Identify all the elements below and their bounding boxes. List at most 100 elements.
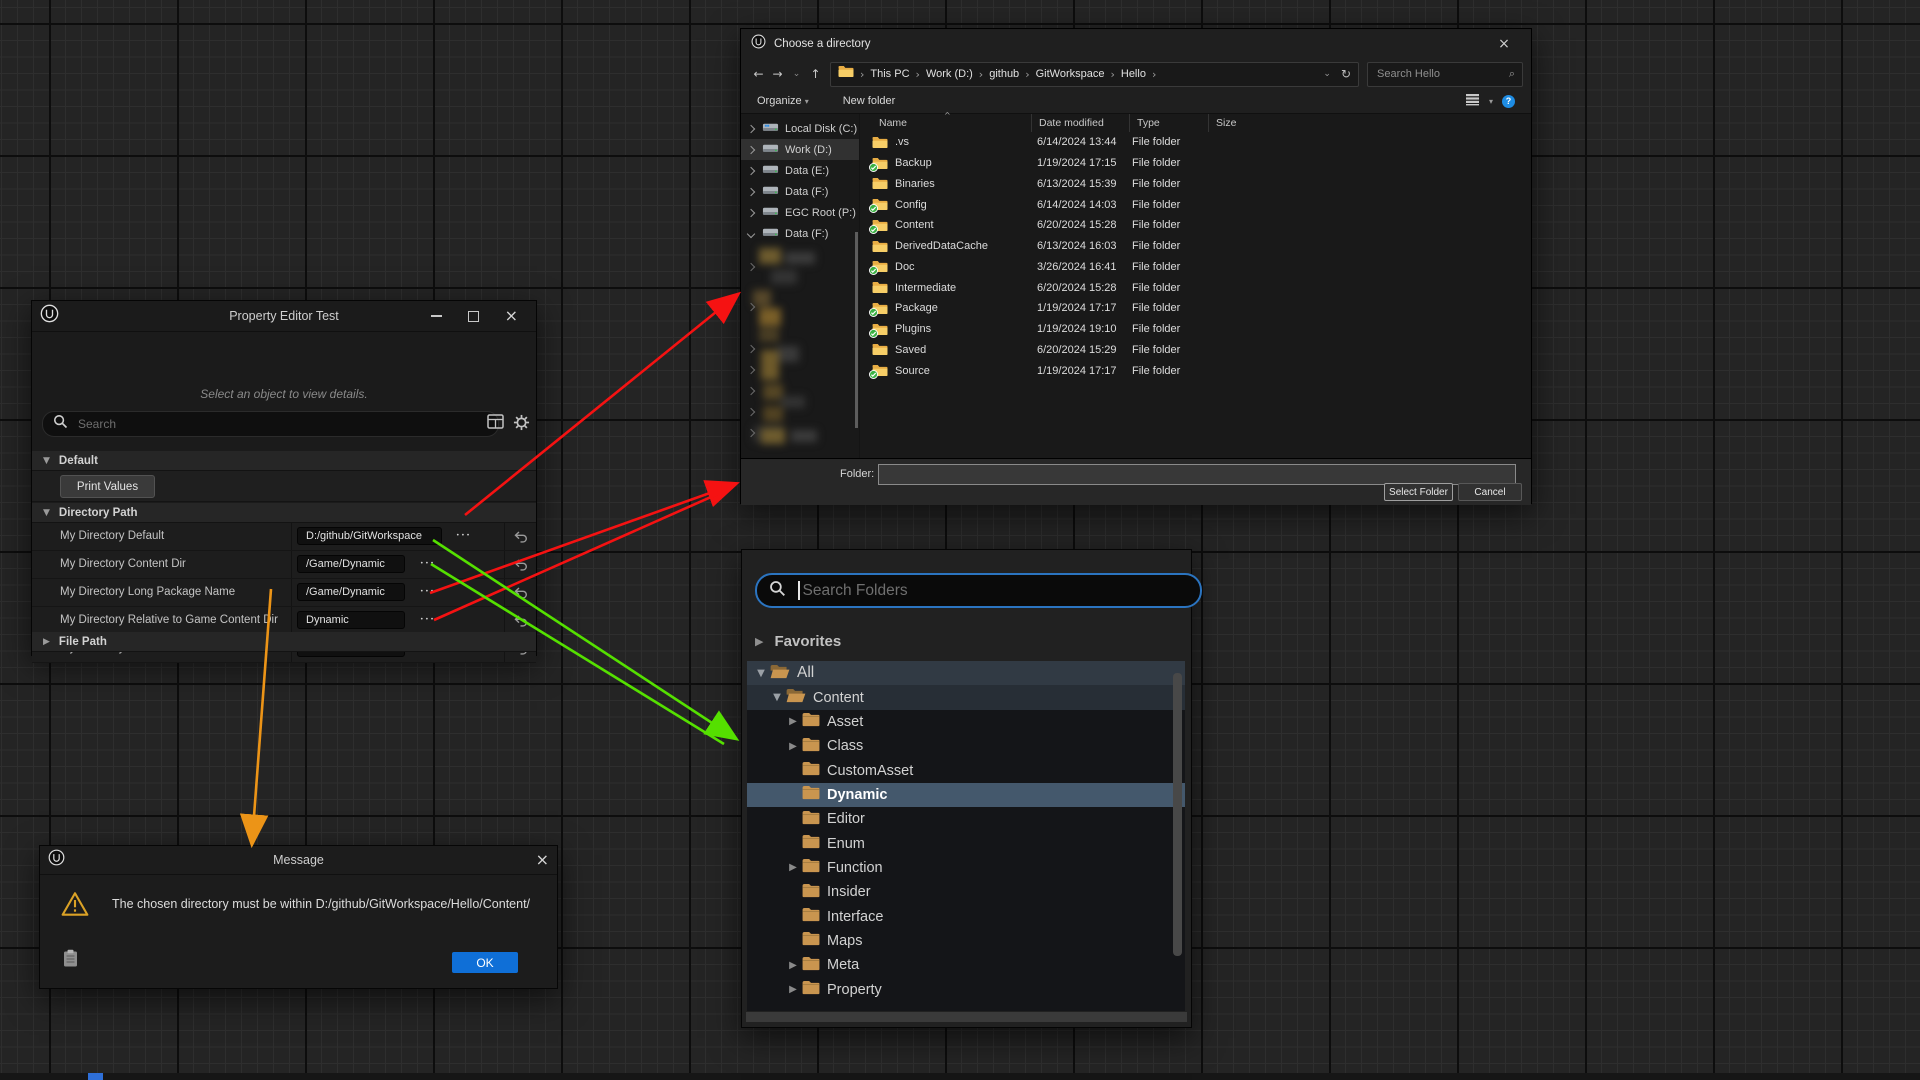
chevron-right-icon[interactable] bbox=[747, 187, 755, 195]
maximize-icon[interactable] bbox=[468, 311, 479, 322]
file-row[interactable]: Content6/20/2024 15:28File folder bbox=[860, 215, 1531, 236]
breadcrumb-item[interactable]: This PC bbox=[870, 68, 909, 80]
sidebar-drive-item[interactable]: Data (E:) bbox=[741, 160, 859, 181]
chevron-right-icon[interactable]: ▶ bbox=[787, 960, 799, 971]
file-row[interactable]: Package1/19/2024 17:17File folder bbox=[860, 298, 1531, 319]
section-default[interactable]: ▼ Default bbox=[32, 451, 536, 471]
chevron-down-icon[interactable] bbox=[747, 229, 755, 237]
folder-tree-row[interactable]: ▶Property bbox=[747, 977, 1185, 1001]
file-row[interactable]: Intermediate6/20/2024 15:28File folder bbox=[860, 277, 1531, 298]
chevron-right-icon[interactable]: ▶ bbox=[787, 984, 799, 995]
column-header[interactable]: Date modified bbox=[1031, 114, 1137, 132]
reset-to-default-icon[interactable] bbox=[514, 614, 528, 632]
refresh-icon[interactable]: ↻ bbox=[1341, 67, 1351, 81]
sidebar-drive-item[interactable]: Data (F:) bbox=[741, 223, 859, 244]
details-view-icon[interactable] bbox=[1465, 93, 1480, 109]
sidebar-drive-item[interactable]: Local Disk (C:) bbox=[741, 118, 859, 139]
browse-ellipsis-button[interactable]: ••• bbox=[420, 588, 435, 595]
folder-tree-row[interactable]: ▼Content bbox=[747, 685, 1185, 709]
file-row[interactable]: Saved6/20/2024 15:29File folder bbox=[860, 340, 1531, 361]
chevron-right-icon[interactable]: ▶ bbox=[787, 741, 799, 752]
search-input[interactable] bbox=[76, 416, 488, 432]
browse-ellipsis-button[interactable]: ••• bbox=[420, 616, 435, 623]
column-header[interactable]: Name bbox=[860, 114, 1050, 132]
close-icon[interactable]: × bbox=[505, 311, 518, 321]
column-header[interactable]: Type bbox=[1129, 114, 1216, 132]
organize-button[interactable]: Organize ▾ bbox=[757, 95, 809, 107]
dialog-titlebar[interactable]: Choose a directory × bbox=[741, 29, 1531, 59]
address-dropdown-icon[interactable]: ⌄ bbox=[1323, 69, 1331, 79]
folder-tree-row[interactable]: ▶Asset bbox=[747, 710, 1185, 734]
breadcrumb-item[interactable]: github bbox=[989, 68, 1019, 80]
folder-tree-row[interactable]: Dynamic bbox=[747, 783, 1185, 807]
up-icon[interactable]: ↑ bbox=[806, 67, 825, 81]
file-row[interactable]: Source1/19/2024 17:17File folder bbox=[860, 360, 1531, 381]
sidebar-drive-item[interactable]: EGC Root (P:) bbox=[741, 202, 859, 223]
breadcrumb-item[interactable]: GitWorkspace bbox=[1036, 68, 1105, 80]
folder-tree-row[interactable]: Editor bbox=[747, 807, 1185, 831]
display-filter-icon[interactable] bbox=[487, 414, 504, 434]
back-icon[interactable]: ← bbox=[749, 67, 768, 81]
folder-tree-row[interactable]: ▶Meta bbox=[747, 953, 1185, 977]
minimize-icon[interactable] bbox=[431, 315, 442, 317]
file-row[interactable]: Config6/14/2024 14:03File folder bbox=[860, 194, 1531, 215]
search-input[interactable] bbox=[1375, 67, 1509, 81]
chevron-right-icon[interactable] bbox=[747, 208, 755, 216]
sidebar-scrollbar[interactable] bbox=[855, 232, 858, 428]
folder-tree-row[interactable]: CustomAsset bbox=[747, 758, 1185, 782]
settings-gear-icon[interactable] bbox=[513, 414, 530, 436]
browse-ellipsis-button[interactable]: ••• bbox=[420, 560, 435, 567]
section-directory-path[interactable]: ▼ Directory Path bbox=[32, 503, 536, 523]
chevron-right-icon[interactable]: ▶ bbox=[787, 862, 799, 873]
folder-tree-row[interactable]: Maps bbox=[747, 929, 1185, 953]
close-icon[interactable]: × bbox=[1487, 29, 1521, 59]
address-bar[interactable]: ›This PC›Work (D:)›github›GitWorkspace›H… bbox=[830, 62, 1359, 87]
browse-ellipsis-button[interactable]: ••• bbox=[456, 532, 471, 539]
chevron-right-icon[interactable] bbox=[747, 124, 755, 132]
print-values-button[interactable]: Print Values bbox=[60, 475, 155, 498]
file-row[interactable]: Plugins1/19/2024 19:10File folder bbox=[860, 319, 1531, 340]
forward-icon[interactable]: → bbox=[768, 67, 787, 81]
property-value-field[interactable]: D:/github/GitWorkspace bbox=[297, 527, 442, 545]
property-value-field[interactable]: /Game/Dynamic bbox=[297, 583, 405, 601]
folder-tree-row[interactable]: ▼All bbox=[747, 661, 1185, 685]
chevron-right-icon[interactable] bbox=[747, 166, 755, 174]
folder-tree-row[interactable]: Insider bbox=[747, 880, 1185, 904]
breadcrumb-item[interactable]: Work (D:) bbox=[926, 68, 973, 80]
folder-input[interactable] bbox=[878, 464, 1516, 485]
tree-scrollbar[interactable] bbox=[1173, 673, 1182, 956]
folder-tree-row[interactable]: Enum bbox=[747, 831, 1185, 855]
file-row[interactable]: .vs6/14/2024 13:44File folder bbox=[860, 132, 1531, 153]
section-file-path[interactable]: ▶ File Path bbox=[32, 632, 536, 652]
dialog-titlebar[interactable]: Message × bbox=[40, 846, 557, 875]
property-value-field[interactable]: /Game/Dynamic bbox=[297, 555, 405, 573]
chevron-down-icon[interactable]: ▼ bbox=[755, 668, 767, 679]
reset-to-default-icon[interactable] bbox=[514, 586, 528, 604]
copy-to-clipboard-icon[interactable] bbox=[63, 949, 78, 972]
view-dropdown-icon[interactable]: ▾ bbox=[1489, 97, 1493, 106]
file-row[interactable]: Doc3/26/2024 16:41File folder bbox=[860, 257, 1531, 278]
file-row[interactable]: Binaries6/13/2024 15:39File folder bbox=[860, 174, 1531, 195]
reset-to-default-icon[interactable] bbox=[514, 558, 528, 576]
sidebar-drive-item[interactable]: Work (D:) bbox=[741, 139, 859, 160]
folder-tree-row[interactable]: ▶Function bbox=[747, 856, 1185, 880]
chevron-down-icon[interactable]: ▼ bbox=[771, 692, 783, 703]
file-row[interactable]: DerivedDataCache6/13/2024 16:03File fold… bbox=[860, 236, 1531, 257]
cancel-button[interactable]: Cancel bbox=[1458, 483, 1522, 501]
sidebar-drive-item[interactable]: Data (F:) bbox=[741, 181, 859, 202]
ok-button[interactable]: OK bbox=[452, 952, 518, 973]
property-value-field[interactable]: Dynamic bbox=[297, 611, 405, 629]
favorites-section[interactable]: ▶ Favorites bbox=[742, 626, 1191, 656]
column-header[interactable]: Size bbox=[1208, 114, 1271, 132]
folder-tree-row[interactable]: ▶Class bbox=[747, 734, 1185, 758]
window-titlebar[interactable]: Property Editor Test × bbox=[32, 301, 536, 332]
help-icon[interactable]: ? bbox=[1502, 95, 1515, 108]
folder-tree-row[interactable]: Interface bbox=[747, 904, 1185, 928]
chevron-right-icon[interactable]: ▶ bbox=[787, 716, 799, 727]
breadcrumb-item[interactable]: Hello bbox=[1121, 68, 1146, 80]
chevron-right-icon[interactable] bbox=[747, 145, 755, 153]
recent-locations-icon[interactable]: ⌄ bbox=[787, 69, 806, 79]
select-folder-button[interactable]: Select Folder bbox=[1384, 483, 1453, 501]
reset-to-default-icon[interactable] bbox=[514, 530, 528, 548]
close-icon[interactable]: × bbox=[536, 855, 549, 865]
